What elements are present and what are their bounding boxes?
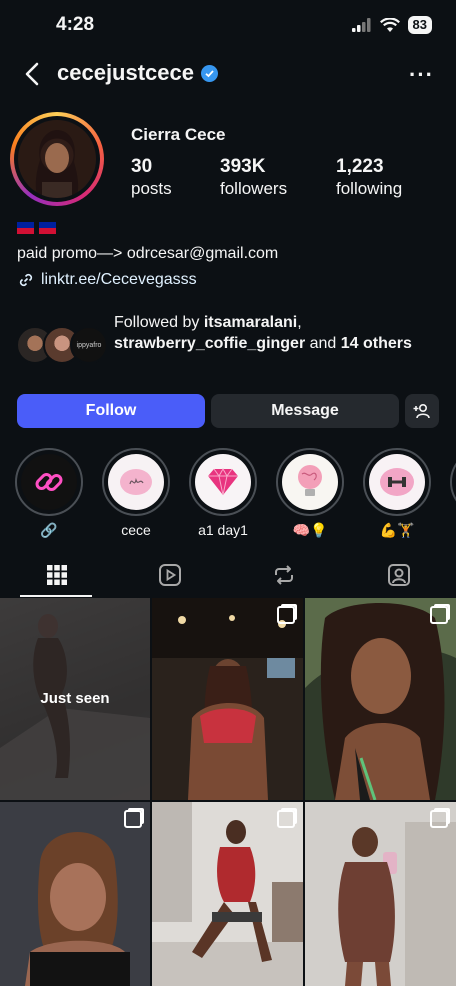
active-tab-indicator — [20, 595, 92, 597]
posts-count[interactable]: 30 posts — [131, 156, 172, 199]
bio-link-text: linktr.ee/Cecevegasss — [41, 271, 197, 288]
post-image — [305, 598, 456, 800]
multiple-posts-icon — [430, 606, 448, 624]
display-name: Cierra Cece — [131, 125, 226, 144]
status-time: 4:28 — [56, 14, 95, 35]
tagged-icon[interactable] — [386, 562, 412, 588]
just-seen-label: Just seen — [40, 690, 110, 707]
diamond-icon — [208, 467, 238, 496]
bio-link[interactable]: linktr.ee/Cecevegasss — [17, 271, 197, 289]
multiple-posts-icon — [124, 810, 142, 828]
mutual-avatar: ippyafro — [70, 326, 108, 364]
back-arrow-icon[interactable] — [20, 60, 46, 88]
grid-icon[interactable] — [44, 562, 70, 588]
highlight-a1-day1[interactable]: a1 day1 — [189, 448, 257, 540]
haiti-flag-icon — [39, 222, 56, 234]
profile-username-header: cecejustcece — [57, 60, 218, 86]
bio-text: paid promo—> odrcesar@gmail.com — [17, 245, 279, 262]
post-thumbnail[interactable] — [0, 802, 150, 986]
avatar-photo — [18, 120, 96, 198]
profile-avatar[interactable] — [10, 112, 104, 206]
followed-by-text[interactable]: Followed by itsamaralani, strawberry_cof… — [114, 312, 434, 354]
highlight-cece[interactable]: cece — [102, 448, 170, 540]
suggested-users-button[interactable] — [405, 394, 439, 428]
highlight-brain-lightbulb[interactable]: 🧠💡 — [276, 448, 344, 540]
dumbbell-icon — [380, 468, 414, 496]
haiti-flags — [17, 222, 56, 234]
followed-by-avatars[interactable]: ippyafro — [16, 326, 108, 364]
follow-button[interactable]: Follow — [17, 394, 205, 428]
lightbulb-icon — [298, 465, 322, 496]
mutual-username[interactable]: itsamaralani — [204, 314, 297, 331]
post-thumbnail[interactable] — [305, 598, 456, 800]
post-image — [152, 598, 303, 800]
mutual-others[interactable]: 14 others — [341, 335, 412, 352]
multiple-posts-icon — [430, 810, 448, 828]
highlight-link[interactable]: 🔗 — [15, 448, 83, 540]
highlight-partial[interactable] — [450, 448, 456, 516]
add-person-icon — [413, 403, 430, 419]
post-image — [152, 802, 303, 986]
wifi-icon — [379, 17, 400, 32]
multiple-posts-icon — [277, 606, 295, 624]
post-image — [0, 802, 150, 986]
reposts-icon[interactable] — [271, 562, 297, 588]
verified-badge-icon — [201, 64, 218, 82]
link-icon — [35, 473, 63, 491]
post-image — [305, 802, 456, 986]
link-icon — [19, 273, 33, 287]
mutual-username[interactable]: strawberry_coffie_ginger — [114, 335, 305, 352]
reels-icon[interactable] — [157, 562, 183, 588]
followers-count[interactable]: 393K followers — [220, 156, 287, 199]
post-thumbnail[interactable] — [152, 802, 303, 986]
battery-indicator: 83 — [407, 16, 432, 34]
cellular-signal-icon — [351, 18, 371, 32]
username: cecejustcece — [57, 60, 194, 85]
highlight-fitness[interactable]: 💪🏋 — [363, 448, 431, 540]
following-count[interactable]: 1,223 following — [336, 156, 402, 199]
multiple-posts-icon — [277, 810, 295, 828]
more-options-icon[interactable]: ··· — [409, 62, 434, 88]
post-thumbnail[interactable] — [152, 598, 303, 800]
status-icons: 83 — [351, 16, 432, 34]
post-thumbnail[interactable] — [305, 802, 456, 986]
message-button[interactable]: Message — [211, 394, 399, 428]
haiti-flag-icon — [17, 222, 34, 234]
signature-icon — [120, 469, 152, 495]
post-thumbnail[interactable]: Just seen — [0, 598, 150, 800]
